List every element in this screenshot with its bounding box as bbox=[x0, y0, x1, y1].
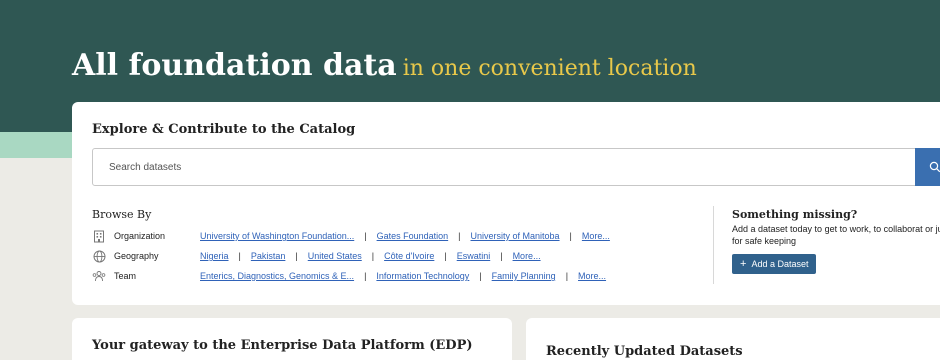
page-title-main: All foundation data bbox=[72, 48, 397, 83]
add-dataset-label: Add a Dataset bbox=[751, 259, 809, 269]
separator: | bbox=[238, 251, 241, 261]
link-cote-divoire[interactable]: Côte d'Ivoire bbox=[384, 251, 434, 261]
browse-label-organization: Organization bbox=[114, 231, 166, 241]
something-missing-panel: Something missing? Add a dataset today t… bbox=[732, 208, 940, 274]
browse-label-geography: Geography bbox=[114, 251, 159, 261]
separator: | bbox=[371, 251, 375, 261]
edp-gateway-title: Your gateway to the Enterprise Data Plat… bbox=[92, 338, 473, 353]
separator: | bbox=[458, 231, 461, 241]
team-icon bbox=[92, 269, 106, 283]
catalog-panel: Explore & Contribute to the Catalog Brow… bbox=[72, 102, 940, 305]
link-family-planning[interactable]: Family Planning bbox=[492, 271, 556, 281]
search-button[interactable] bbox=[915, 148, 940, 186]
link-enterics-diagnostics[interactable]: Enterics, Diagnostics, Genomics & E... bbox=[200, 271, 354, 281]
separator: | bbox=[500, 251, 503, 261]
browse-label-team: Team bbox=[114, 271, 137, 281]
link-uw-foundation[interactable]: University of Washington Foundation... bbox=[200, 231, 354, 241]
add-dataset-button[interactable]: + Add a Dataset bbox=[732, 254, 817, 274]
link-eswatini[interactable]: Eswatini bbox=[457, 251, 491, 261]
plus-icon: + bbox=[740, 258, 747, 270]
search-field[interactable] bbox=[92, 148, 916, 186]
browse-row-organization: Organization University of Washington Fo… bbox=[92, 228, 610, 244]
browse-by-heading: Browse By bbox=[92, 208, 152, 221]
edp-gateway-card: Your gateway to the Enterprise Data Plat… bbox=[72, 318, 512, 360]
browse-row-team: Team Enterics, Diagnostics, Genomics & E… bbox=[92, 268, 606, 284]
separator: | bbox=[569, 231, 572, 241]
search-input[interactable] bbox=[93, 149, 915, 185]
something-missing-title: Something missing? bbox=[732, 208, 858, 221]
separator: | bbox=[364, 231, 367, 241]
separator: | bbox=[295, 251, 298, 261]
link-geography-more[interactable]: More... bbox=[513, 251, 541, 261]
link-nigeria[interactable]: Nigeria bbox=[200, 251, 229, 261]
link-team-more[interactable]: More... bbox=[578, 271, 606, 281]
link-organization-more[interactable]: More... bbox=[582, 231, 610, 241]
browse-row-geography: Geography Nigeria | Pakistan | United St… bbox=[92, 248, 541, 264]
separator: | bbox=[565, 271, 569, 281]
link-gates-foundation[interactable]: Gates Foundation bbox=[377, 231, 449, 241]
something-missing-text: Add a dataset today to get to work, to c… bbox=[732, 224, 940, 246]
separator: | bbox=[479, 271, 482, 281]
separator: | bbox=[364, 271, 367, 281]
building-icon bbox=[92, 229, 106, 243]
link-university-of-manitoba[interactable]: University of Manitoba bbox=[471, 231, 560, 241]
page-title-accent: in one convenient location bbox=[402, 56, 697, 81]
vertical-divider bbox=[713, 206, 714, 284]
link-pakistan[interactable]: Pakistan bbox=[251, 251, 286, 261]
globe-icon bbox=[92, 249, 106, 263]
link-united-states[interactable]: United States bbox=[308, 251, 362, 261]
catalog-title: Explore & Contribute to the Catalog bbox=[92, 122, 356, 137]
link-information-technology[interactable]: Information Technology bbox=[376, 271, 469, 281]
separator: | bbox=[444, 251, 447, 261]
recently-updated-card: Recently Updated Datasets bbox=[526, 318, 940, 360]
page-title: All foundation data in one convenient loc… bbox=[72, 48, 697, 83]
recently-updated-title: Recently Updated Datasets bbox=[546, 344, 743, 359]
search-icon bbox=[929, 161, 940, 173]
